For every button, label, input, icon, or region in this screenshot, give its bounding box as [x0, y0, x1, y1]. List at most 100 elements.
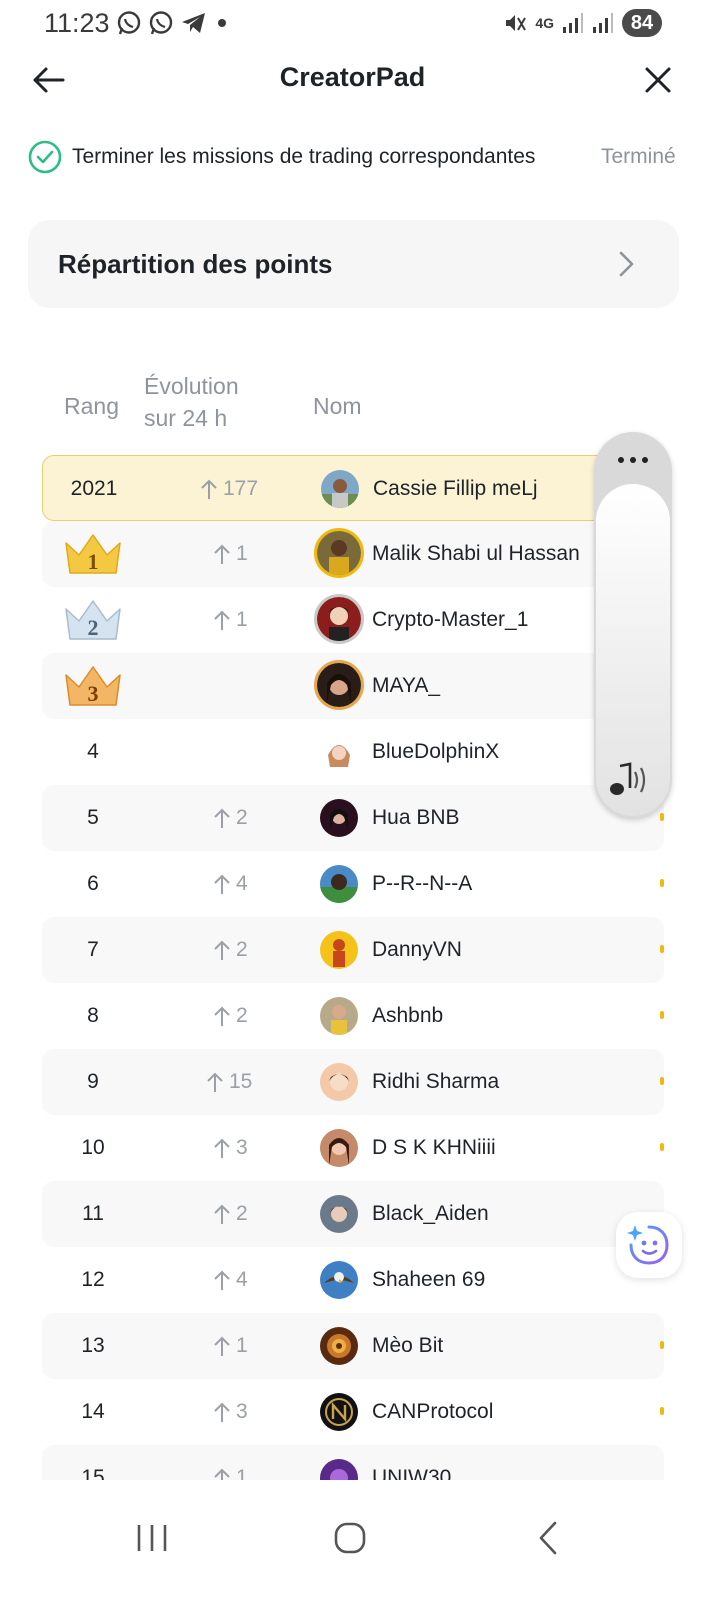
battery-indicator: 84: [622, 9, 662, 37]
avatar: [320, 1459, 358, 1480]
rank-value: 9: [87, 1070, 99, 1093]
status-app-icons: [116, 10, 230, 36]
avatar: [320, 799, 358, 837]
avatar: [320, 865, 358, 903]
whatsapp-icon: [149, 11, 173, 35]
table-row[interactable]: 2 1 Crypto-Master_1: [42, 587, 664, 653]
home-button[interactable]: [310, 1508, 390, 1568]
arrow-up-icon: [214, 1006, 230, 1026]
rank-change-value: 1: [236, 542, 248, 565]
user-name: Mèo Bit: [372, 1334, 444, 1357]
mission-row: Terminer les missions de trading corresp…: [28, 138, 688, 178]
row-edge-marker: [660, 1011, 664, 1019]
table-row[interactable]: 13 1 Mèo Bit: [42, 1313, 664, 1379]
rank-change: 2: [212, 917, 292, 983]
rank-value: 13: [81, 1334, 105, 1357]
user-name: Hua BNB: [372, 806, 460, 829]
rank-change: 15: [205, 1049, 285, 1115]
user-name: MAYA_: [372, 674, 441, 697]
table-row[interactable]: 7 2 DannyVN: [42, 917, 664, 983]
user-name: Crypto-Master_1: [372, 608, 529, 631]
table-row[interactable]: 14 3 CANProtocol: [42, 1379, 664, 1445]
rank-value: 4: [87, 740, 99, 763]
user-name: Cassie Fillip meLj: [373, 477, 538, 500]
user-name: Ridhi Sharma: [372, 1070, 500, 1093]
rank-change-value: 4: [236, 1268, 248, 1291]
rank-value: 11: [82, 1202, 104, 1225]
rank-change: 177: [199, 456, 279, 522]
nav-back-button[interactable]: [508, 1508, 588, 1568]
rank-change-value: 2: [236, 1202, 248, 1225]
avatar: [320, 1129, 358, 1167]
column-header-name: Nom: [313, 393, 362, 419]
recent-apps-icon: [137, 1525, 167, 1551]
close-button[interactable]: [638, 60, 678, 100]
arrow-up-icon: [207, 1072, 223, 1092]
rank-change-value: 2: [236, 1004, 248, 1027]
leaderboard-table[interactable]: 2021 177 Cassie Fillip meLj 1 1 Malik Sh…: [42, 455, 664, 1480]
status-bar: 11:23 4G 84: [0, 0, 720, 48]
table-row[interactable]: 12 4 Shaheen 69: [42, 1247, 664, 1313]
network-type: 4G: [535, 15, 554, 31]
rank-change: 2: [212, 785, 292, 851]
avatar: [320, 1195, 358, 1233]
recent-apps-button[interactable]: [112, 1508, 192, 1568]
user-name: Ashbnb: [372, 1004, 444, 1027]
rank-change: 3: [212, 1115, 292, 1181]
user-name: CANProtocol: [372, 1400, 494, 1423]
sound-icon[interactable]: [608, 760, 652, 800]
table-row[interactable]: 10 3 D S K KHNiiii: [42, 1115, 664, 1181]
table-row[interactable]: 6 4 P--R--N--A: [42, 851, 664, 917]
ai-assistant-button[interactable]: [616, 1212, 682, 1278]
mission-status: Terminé: [601, 145, 676, 168]
status-indicators: 4G 84: [503, 9, 662, 37]
row-edge-marker: [660, 945, 664, 953]
arrow-up-icon: [214, 1138, 230, 1158]
points-distribution-card[interactable]: Répartition des points: [28, 220, 679, 308]
table-row-current-user[interactable]: 2021 177 Cassie Fillip meLj: [42, 455, 664, 521]
table-row[interactable]: 8 2 Ashbnb: [42, 983, 664, 1049]
avatar: [314, 594, 364, 644]
crown-gold-icon: 1: [42, 521, 144, 587]
avatar: [320, 1261, 358, 1299]
row-edge-marker: [660, 879, 664, 887]
svg-text:2: 2: [88, 615, 99, 640]
points-distribution-label: Répartition des points: [58, 249, 333, 279]
avatar: [314, 660, 364, 710]
user-name: DannyVN: [372, 938, 462, 961]
signal-icon: [593, 13, 613, 33]
table-row[interactable]: 11 2 Black_Aiden: [42, 1181, 664, 1247]
signal-icon: [563, 13, 583, 33]
row-edge-marker: [660, 813, 664, 821]
header: CreatorPad: [0, 50, 720, 110]
rank-value: 2021: [70, 477, 118, 500]
table-row[interactable]: 5 2 Hua BNB: [42, 785, 664, 851]
table-row[interactable]: 4 BlueDolphinX: [42, 719, 664, 785]
back-icon: [539, 1521, 557, 1555]
check-circle-icon: [28, 140, 62, 174]
user-name: D S K KHNiiii: [372, 1136, 496, 1159]
rank-change: 2: [212, 983, 292, 1049]
arrow-up-icon: [214, 1336, 230, 1356]
more-icon[interactable]: [594, 452, 672, 470]
rank-value: 6: [87, 872, 99, 895]
avatar: [320, 997, 358, 1035]
floating-audio-panel[interactable]: [594, 432, 672, 818]
arrow-up-icon: [214, 544, 230, 564]
rank-value: 12: [81, 1268, 105, 1291]
user-name: UNIW30: [372, 1466, 452, 1480]
avatar: [320, 931, 358, 969]
avatar: [320, 733, 358, 771]
arrow-up-icon: [214, 1270, 230, 1290]
table-row[interactable]: 9 15 Ridhi Sharma: [42, 1049, 664, 1115]
rank-change-value: 2: [236, 806, 248, 829]
table-row[interactable]: 1 1 Malik Shabi ul Hassan: [42, 521, 664, 587]
rank-value: 7: [87, 938, 99, 961]
column-header-rank: Rang: [64, 393, 119, 419]
rank-change-value: 4: [236, 872, 248, 895]
ai-assistant-icon: [627, 1225, 669, 1265]
table-row[interactable]: 15 1 UNIW30: [42, 1445, 664, 1480]
table-row[interactable]: 3 MAYA_: [42, 653, 664, 719]
rank-change-value: 1: [236, 608, 248, 631]
mission-label: Terminer les missions de trading corresp…: [72, 145, 536, 168]
